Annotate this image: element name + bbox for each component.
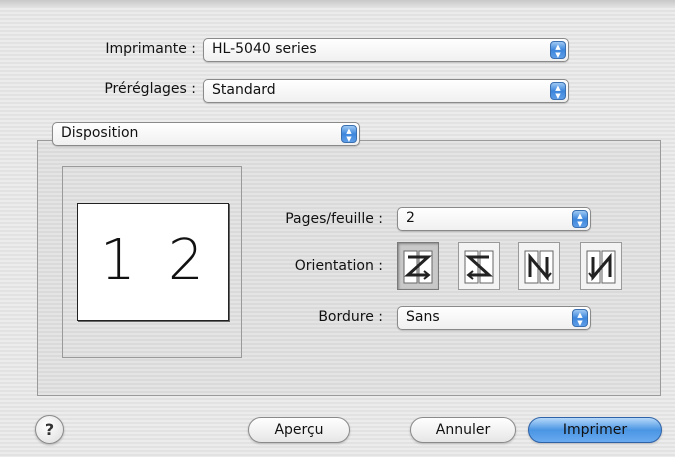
cancel-button[interactable]: Annuler (410, 417, 516, 443)
presets-label: Préréglages : (104, 81, 196, 97)
border-popup[interactable]: Sans ▲ ▼ (397, 306, 591, 330)
orientation-s-icon (464, 250, 494, 284)
presets-value: Standard (212, 82, 276, 98)
orientation-n-reversed-icon (524, 250, 554, 284)
page-preview: 1 2 (77, 203, 229, 321)
orientation-z-icon (403, 250, 433, 284)
border-label: Bordure : (318, 309, 383, 325)
pane-popup[interactable]: Disposition ▲ ▼ (52, 122, 360, 146)
border-value: Sans (406, 309, 440, 325)
pages-per-sheet-label: Pages/feuille : (285, 211, 383, 227)
printer-value: HL-5040 series (212, 41, 317, 57)
updown-arrows-icon: ▲ ▼ (550, 82, 566, 100)
preview-page-1: 1 (100, 228, 136, 293)
orientation-label: Orientation : (294, 258, 383, 274)
orientation-z-button[interactable] (397, 242, 439, 290)
presets-popup[interactable]: Standard ▲ ▼ (203, 79, 569, 103)
print-button[interactable]: Imprimer (528, 417, 662, 443)
orientation-n-reversed-button[interactable] (518, 242, 560, 290)
updown-arrows-icon: ▲ ▼ (341, 125, 357, 143)
pages-per-sheet-popup[interactable]: 2 ▲ ▼ (397, 207, 591, 231)
orientation-n-button[interactable] (580, 242, 622, 290)
updown-arrows-icon: ▲ ▼ (550, 41, 566, 59)
print-dialog: Imprimante : HL-5040 series ▲ ▼ Préréglag… (0, 0, 675, 457)
updown-arrows-icon: ▲ ▼ (572, 210, 588, 228)
updown-arrows-icon: ▲ ▼ (572, 309, 588, 327)
printer-label: Imprimante : (105, 41, 196, 57)
help-button[interactable]: ? (35, 415, 64, 444)
pages-per-sheet-value: 2 (406, 210, 415, 226)
orientation-n-icon (586, 250, 616, 284)
printer-popup[interactable]: HL-5040 series ▲ ▼ (203, 38, 569, 62)
title-strip (0, 0, 675, 8)
preview-page-2: 2 (168, 228, 204, 293)
preview-button[interactable]: Aperçu (248, 417, 350, 443)
orientation-s-button[interactable] (458, 242, 500, 290)
pane-value: Disposition (61, 125, 139, 141)
